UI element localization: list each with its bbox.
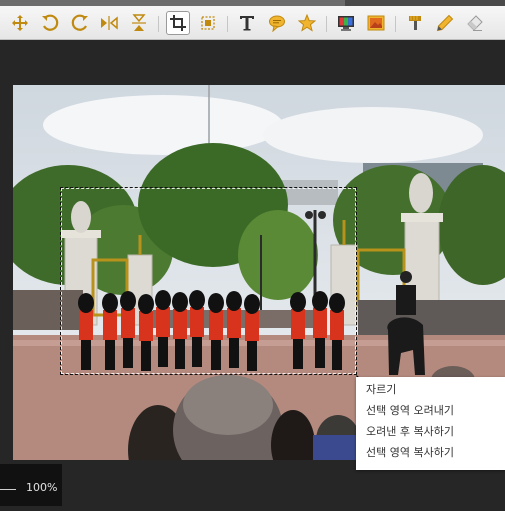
rotate-left-icon[interactable] <box>38 11 62 35</box>
crop-icon[interactable] <box>166 11 190 35</box>
text-icon[interactable] <box>235 11 259 35</box>
zoom-value: 100% <box>26 481 58 494</box>
brush-icon[interactable] <box>403 11 427 35</box>
editor-toolbar <box>0 6 505 40</box>
flip-horizontal-icon[interactable] <box>97 11 121 35</box>
star-icon[interactable] <box>295 11 319 35</box>
menu-item-crop[interactable]: 자르기 <box>366 380 396 400</box>
image-icon[interactable] <box>364 11 388 35</box>
eraser-icon[interactable] <box>463 11 487 35</box>
zoom-slider-track[interactable] <box>0 489 16 490</box>
toolbar-separator <box>227 16 228 32</box>
zoom-indicator: 100% <box>0 464 62 506</box>
monitor-color-icon[interactable] <box>334 11 358 35</box>
rotate-right-icon[interactable] <box>68 11 92 35</box>
context-menu: 자르기 선택 영역 오려내기 오려낸 후 복사하기 선택 영역 복사하기 <box>356 377 505 470</box>
flip-vertical-icon[interactable] <box>127 11 151 35</box>
menu-item-cut-then-copy[interactable]: 오려낸 후 복사하기 <box>366 422 454 442</box>
move-icon[interactable] <box>8 11 32 35</box>
pencil-icon[interactable] <box>433 11 457 35</box>
crop-selection-marquee[interactable] <box>60 187 357 375</box>
toolbar-separator <box>395 16 396 32</box>
menu-item-cut-selection[interactable]: 선택 영역 오려내기 <box>366 401 454 421</box>
menu-item-copy-selection[interactable]: 선택 영역 복사하기 <box>366 443 454 463</box>
resize-icon[interactable] <box>196 11 220 35</box>
toolbar-separator <box>158 16 159 32</box>
speech-bubble-icon[interactable] <box>265 11 289 35</box>
toolbar-separator <box>326 16 327 32</box>
